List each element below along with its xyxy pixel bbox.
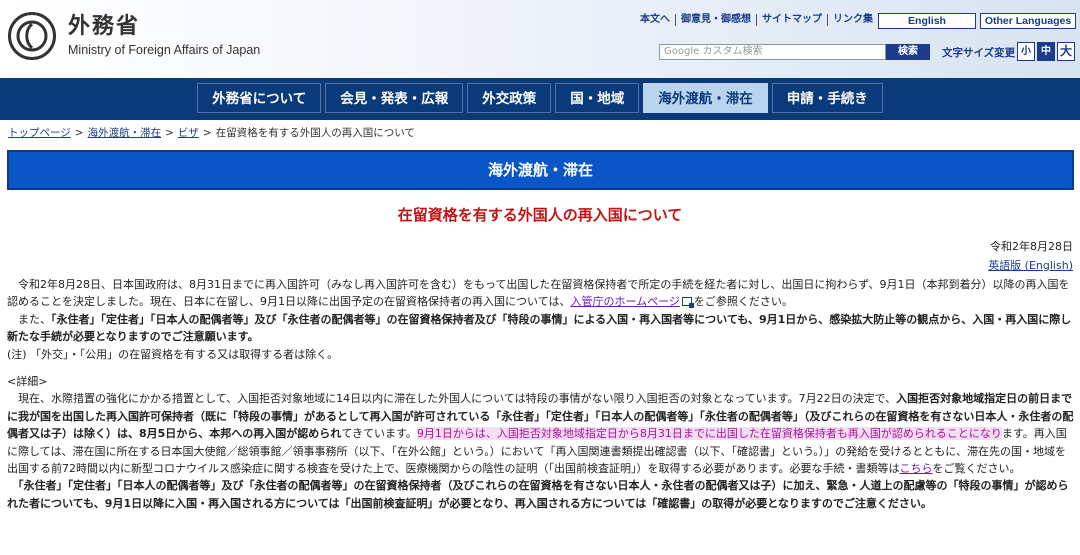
nav-travel-stay[interactable]: 海外渡航・滞在 <box>643 82 768 113</box>
english-version-link[interactable]: 英語版 (English) <box>988 257 1073 273</box>
util-link-skip[interactable]: 本文へ <box>640 14 675 26</box>
breadcrumb: トップページ > 海外渡航・滞在 > ビザ > 在留資格を有する外国人の再入国について <box>8 127 415 139</box>
article-body: 令和2年8月28日、日本国政府は、8月31日までに再入国許可（みなし再入国許可を… <box>7 276 1075 512</box>
mofa-emblem-icon <box>8 12 56 60</box>
util-link-feedback[interactable]: 御意見・御感想 <box>675 14 756 26</box>
logo-english: Ministry of Foreign Affairs of Japan <box>68 43 261 57</box>
fontsize-small-button[interactable]: 小 <box>1017 42 1035 61</box>
procedures-link[interactable]: こちら <box>899 462 932 475</box>
util-link-links[interactable]: リンク集 <box>827 14 878 26</box>
paragraph-4: 「永住者」「定住者」「日本人の配偶者等」及び「永住者の配偶者等」の在留資格保持者… <box>7 479 1069 510</box>
nav-applications[interactable]: 申請・手続き <box>771 82 883 113</box>
breadcrumb-travel[interactable]: 海外渡航・滞在 <box>88 127 162 139</box>
global-navigation: 外務省について 会見・発表・広報 外交政策 国・地域 海外渡航・滞在 申請・手続… <box>0 78 1080 120</box>
note: (注) 「外交」・「公用」の在留資格を有する又は取得する者は除く。 <box>7 347 339 361</box>
utility-links: 本文へ 御意見・御感想 サイトマップ リンク集 <box>640 14 878 26</box>
breadcrumb-current: 在留資格を有する外国人の再入国について <box>215 127 415 139</box>
external-link-icon <box>681 297 694 309</box>
fontsize-label: 文字サイズ変更 <box>942 47 1016 59</box>
site-header: 外務省 Ministry of Foreign Affairs of Japan… <box>0 0 1080 78</box>
section-title: 海外渡航・滞在 <box>7 150 1074 190</box>
logo-japanese: 外務省 <box>68 14 141 39</box>
immigration-agency-link[interactable]: 入管庁のホームページ <box>570 295 679 308</box>
search-button[interactable]: 検索 <box>886 44 930 60</box>
nav-about-mofa[interactable]: 外務省について <box>197 82 322 113</box>
nav-press[interactable]: 会見・発表・広報 <box>325 82 464 113</box>
details-heading: <詳細> <box>7 375 48 389</box>
other-languages-button[interactable]: Other Languages <box>980 13 1076 29</box>
util-link-sitemap[interactable]: サイトマップ <box>756 14 827 26</box>
breadcrumb-top[interactable]: トップページ <box>8 127 71 139</box>
publish-date: 令和2年8月28日 <box>990 240 1073 253</box>
search-input[interactable]: Google カスタム検索 <box>659 44 886 60</box>
highlighted-text: 9月1日からは、入国拒否対象地域指定日から8月31日までに出国した在留資格保持者… <box>416 427 1002 441</box>
paragraph-1: 令和2年8月28日、日本国政府は、8月31日までに再入国許可（みなし再入国許可を… <box>7 278 1070 309</box>
nav-countries-regions[interactable]: 国・地域 <box>555 82 640 113</box>
english-button[interactable]: English <box>878 13 976 29</box>
paragraph-2: また、「永住者」「定住者」「日本人の配偶者等」及び「永住者の配偶者等」の在留資格… <box>7 312 1072 344</box>
site-logo[interactable]: 外務省 Ministry of Foreign Affairs of Japan <box>8 12 260 60</box>
paragraph-3: 現在、水際措置の強化にかかる措置として、入国拒否対象地域に14日以内に滞在した外… <box>7 392 1074 476</box>
nav-foreign-policy[interactable]: 外交政策 <box>467 82 552 113</box>
fontsize-medium-button[interactable]: 中 <box>1037 42 1055 61</box>
breadcrumb-visa[interactable]: ビザ <box>178 127 199 139</box>
page-title: 在留資格を有する外国人の再入国について <box>397 206 683 224</box>
fontsize-large-button[interactable]: 大 <box>1057 42 1075 61</box>
